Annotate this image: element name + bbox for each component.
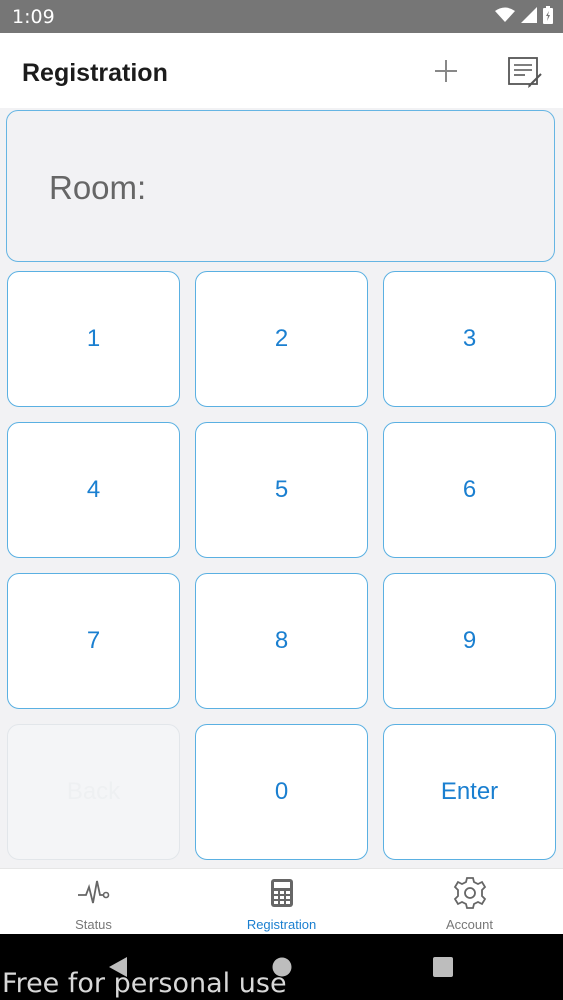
key-9[interactable]: 9: [383, 573, 556, 709]
plus-icon: [435, 60, 457, 82]
key-3[interactable]: 3: [383, 271, 556, 407]
key-4[interactable]: 4: [7, 422, 180, 558]
bottom-nav: Status Registration Account: [0, 868, 563, 935]
room-label: Room:: [49, 169, 147, 206]
pulse-icon: [77, 877, 111, 909]
edit-note-icon: [508, 57, 542, 88]
add-button[interactable]: [428, 53, 464, 89]
key-5[interactable]: 5: [195, 422, 368, 558]
nav-label-account: Account: [446, 917, 493, 932]
enter-button[interactable]: Enter: [383, 724, 556, 860]
status-icons: [495, 6, 553, 24]
key-2[interactable]: 2: [195, 271, 368, 407]
key-7[interactable]: 7: [7, 573, 180, 709]
status-time: 1:09: [12, 6, 55, 28]
key-1[interactable]: 1: [7, 271, 180, 407]
edit-notes-button[interactable]: [505, 53, 545, 91]
watermark: Free for personal use: [2, 968, 287, 999]
nav-item-account[interactable]: Account: [376, 869, 563, 935]
key-0[interactable]: 0: [195, 724, 368, 860]
back-button[interactable]: Back: [7, 724, 180, 860]
status-bar: 1:09: [0, 0, 563, 33]
recents-nav-icon[interactable]: [433, 957, 453, 977]
battery-icon: [543, 6, 553, 24]
key-6[interactable]: 6: [383, 422, 556, 558]
wifi-icon: [495, 7, 515, 22]
page-title: Registration: [22, 59, 168, 87]
gear-icon: [453, 877, 487, 909]
key-8[interactable]: 8: [195, 573, 368, 709]
nav-item-registration[interactable]: Registration: [188, 869, 375, 935]
calculator-icon: [269, 877, 295, 909]
nav-item-status[interactable]: Status: [0, 869, 187, 935]
room-display: Room:: [6, 110, 555, 262]
signal-icon: [521, 7, 537, 23]
app-bar: Registration: [0, 33, 563, 108]
nav-label-status: Status: [75, 917, 112, 932]
nav-label-registration: Registration: [246, 917, 317, 932]
